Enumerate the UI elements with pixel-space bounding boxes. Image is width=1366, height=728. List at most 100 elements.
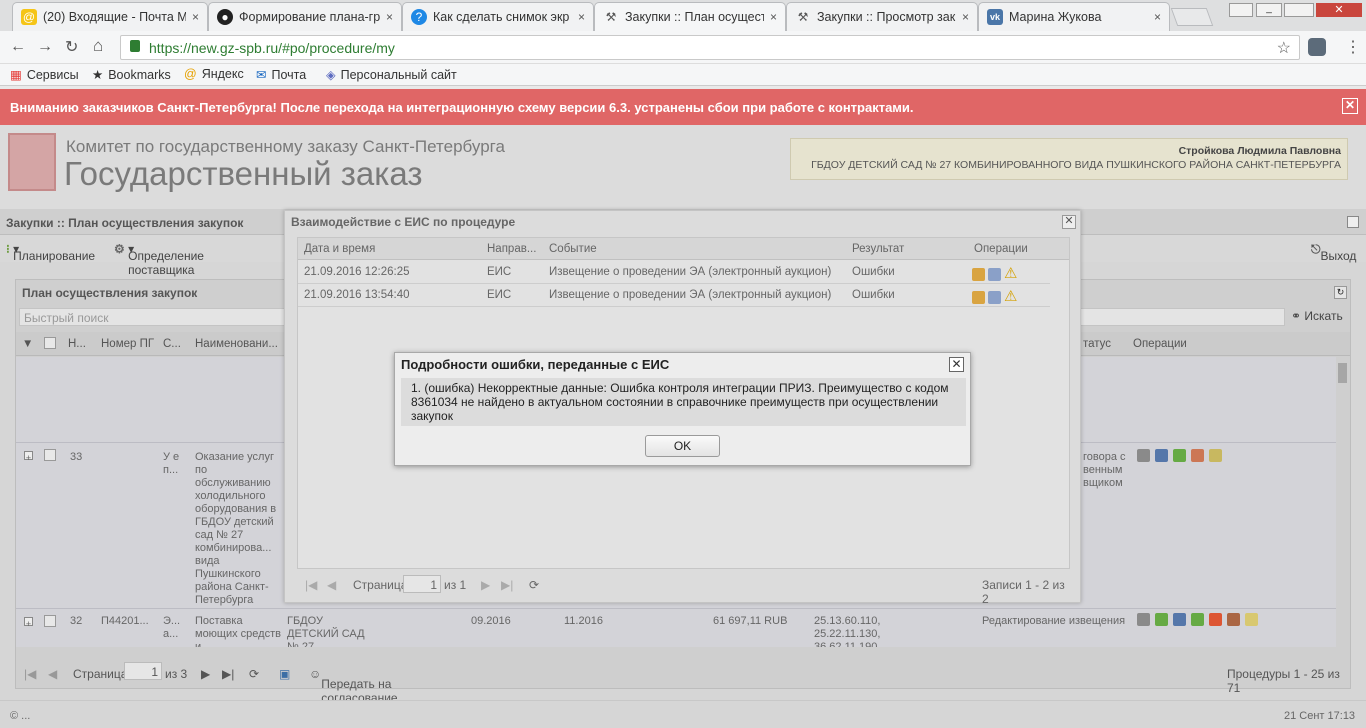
list-icon[interactable]	[1245, 613, 1258, 626]
first-page-icon[interactable]: |◀	[305, 578, 317, 592]
col-result[interactable]: Результат	[852, 243, 904, 255]
expand-icon[interactable]: +	[24, 617, 33, 629]
close-notice-icon[interactable]: ✕	[1342, 98, 1358, 114]
col-event[interactable]: Событие	[549, 243, 597, 255]
table-row[interactable]: + 32 П44201... Э... а... Поставка моющих…	[16, 609, 1336, 647]
page-input[interactable]: 1	[124, 662, 162, 680]
close-tab-icon[interactable]: ×	[770, 10, 777, 24]
ok-button[interactable]: OK	[645, 435, 720, 457]
chart-icon[interactable]	[1155, 449, 1168, 462]
scrollbar-thumb[interactable]	[1338, 363, 1347, 383]
eis-row[interactable]: 21.09.2016 12:26:25 ЕИС Извещение о пров…	[298, 261, 1050, 284]
send-approval-button[interactable]: ☺ Передать на согласование	[309, 667, 398, 705]
col-operations[interactable]: Операции	[974, 243, 1028, 255]
col-datetime[interactable]: Дата и время	[304, 243, 375, 255]
browser-tab-help[interactable]: ? Как сделать снимок экр ×	[402, 2, 594, 31]
home-icon[interactable]: ⌂	[93, 36, 103, 56]
warning-icon[interactable]: ⚠	[1004, 265, 1017, 282]
planning-menu[interactable]: ⁝ Планирование ▾	[6, 242, 95, 263]
menu-icon[interactable]: ⋮	[1345, 37, 1361, 57]
gears-icon[interactable]	[1191, 613, 1204, 626]
refresh-icon[interactable]: ⟳	[529, 578, 539, 592]
star-icon[interactable]: ☆	[1277, 38, 1291, 58]
refresh-panel-icon[interactable]: ↻	[1334, 286, 1347, 299]
close-tab-icon[interactable]: ×	[1154, 10, 1161, 24]
page-label: Страница	[353, 578, 408, 592]
save-icon[interactable]: ▣	[279, 667, 290, 681]
extension-icon[interactable]	[1308, 38, 1326, 56]
first-page-icon[interactable]: |◀	[24, 667, 36, 681]
new-tab-button[interactable]	[1170, 8, 1214, 26]
exit-button[interactable]: ⎋ Выход	[1311, 242, 1356, 263]
reload-icon[interactable]: ↻	[65, 37, 78, 57]
bookmark-personal-site[interactable]: ◈ Персональный сайт	[326, 67, 457, 83]
next-page-icon[interactable]: ▶	[481, 578, 490, 592]
edit-icon[interactable]	[1137, 449, 1150, 462]
col-name[interactable]: Наименовани...	[195, 338, 278, 350]
row-checkbox[interactable]	[44, 615, 56, 627]
select-all-checkbox[interactable]	[44, 337, 56, 349]
emblem-icon[interactable]	[1227, 613, 1240, 626]
browser-tab-vk[interactable]: vk Марина Жукова ×	[978, 2, 1170, 31]
user-name[interactable]: Стройкова Людмила Павловна	[797, 145, 1341, 157]
col-status[interactable]: татус	[1083, 338, 1111, 350]
col-direction[interactable]: Направ...	[487, 243, 536, 255]
col-status-short[interactable]: С...	[163, 338, 181, 350]
page-input[interactable]: 1	[403, 575, 441, 593]
document-icon[interactable]	[988, 291, 1001, 305]
money-icon[interactable]	[1155, 613, 1168, 626]
document-icon[interactable]	[1191, 449, 1204, 462]
edit-icon[interactable]	[1137, 613, 1150, 626]
refresh-icon[interactable]	[1209, 613, 1222, 626]
bookmark-bookmarks[interactable]: ★ Bookmarks	[92, 67, 171, 83]
browser-tab-view[interactable]: ⚒ Закупки :: Просмотр зак ×	[786, 2, 978, 31]
maximize-button[interactable]	[1284, 3, 1314, 17]
maximize-panel-icon[interactable]	[1347, 216, 1359, 228]
close-tab-icon[interactable]: ×	[962, 10, 969, 24]
close-tab-icon[interactable]: ×	[386, 10, 393, 24]
refresh-icon[interactable]: ⟳	[249, 667, 259, 681]
list-icon[interactable]	[1209, 449, 1222, 462]
warning-icon[interactable]: ⚠	[1004, 288, 1017, 305]
back-icon[interactable]: ←	[10, 38, 26, 56]
forward-icon[interactable]: →	[37, 38, 53, 56]
filter-icon[interactable]: ▼	[22, 338, 33, 350]
envelope-icon: ✉	[256, 68, 267, 82]
minimize-button[interactable]: _	[1256, 3, 1282, 17]
col-pg-number[interactable]: Номер ПГ	[101, 338, 154, 350]
browser-tab-plan[interactable]: ⚒ Закупки :: План осущест ×	[594, 2, 786, 31]
bookmark-services[interactable]: ▦ Сервисы	[10, 67, 79, 83]
bookmark-mail[interactable]: ✉ Почта	[256, 67, 306, 83]
browser-tab-mail[interactable]: @ (20) Входящие - Почта M ×	[12, 2, 208, 31]
row-checkbox[interactable]	[44, 449, 56, 461]
address-bar[interactable]: https://new.gz-spb.ru/#po/procedure/my ☆	[120, 35, 1300, 60]
close-tab-icon[interactable]: ×	[578, 10, 585, 24]
package-icon[interactable]	[972, 291, 985, 305]
document-icon[interactable]	[988, 268, 1001, 282]
eis-datetime: 21.09.2016 12:26:25	[304, 266, 410, 278]
close-tab-icon[interactable]: ×	[192, 10, 199, 24]
bookmark-yandex[interactable]: @ Яндекс	[184, 67, 244, 81]
package-icon[interactable]	[972, 268, 985, 282]
close-dialog-icon[interactable]: ✕	[1062, 215, 1076, 229]
last-page-icon[interactable]: ▶|	[501, 578, 513, 592]
gears-icon[interactable]	[1173, 449, 1186, 462]
close-dialog-icon[interactable]: ✕	[949, 357, 964, 372]
close-window-button[interactable]: ✕	[1316, 3, 1362, 17]
prev-page-icon[interactable]: ◀	[48, 667, 57, 681]
search-button[interactable]: ⚭ Искать	[1291, 309, 1343, 323]
row-name: Оказание услуг по обслуживанию холодильн…	[195, 451, 277, 606]
col-operations[interactable]: Операции	[1133, 338, 1187, 350]
expand-icon[interactable]: +	[24, 451, 33, 463]
eis-row[interactable]: 21.09.2016 13:54:40 ЕИС Извещение о пров…	[298, 284, 1050, 307]
last-page-icon[interactable]: ▶|	[222, 667, 234, 681]
next-page-icon[interactable]: ▶	[201, 667, 210, 681]
col-num[interactable]: Н...	[68, 338, 86, 350]
chart-icon[interactable]	[1173, 613, 1186, 626]
browser-tab-github[interactable]: ● Формирование плана-гр ×	[208, 2, 402, 31]
supplier-menu[interactable]: ⚙ Определение поставщика ▾	[114, 242, 204, 277]
bookmarks-bar: ▦ Сервисы ★ Bookmarks @ Яндекс ✉ Почта ◈ Перс…	[0, 64, 1366, 86]
prev-page-icon[interactable]: ◀	[327, 578, 336, 592]
profile-button[interactable]	[1229, 3, 1253, 17]
grid-scrollbar[interactable]	[1336, 357, 1350, 647]
